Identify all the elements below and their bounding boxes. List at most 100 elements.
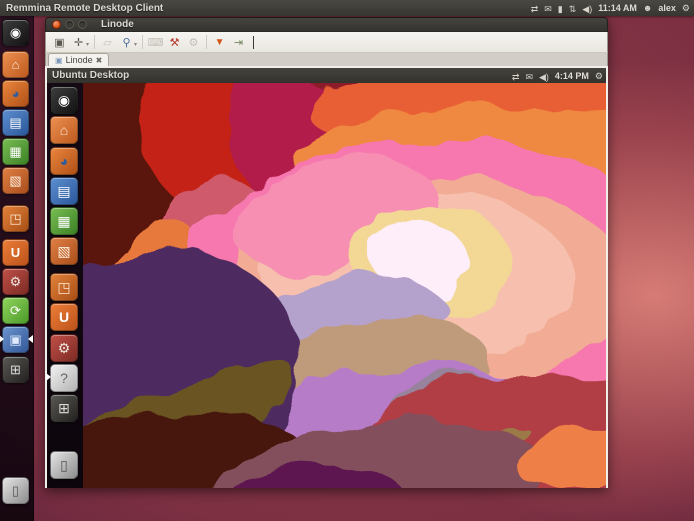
launcher-item-system-settings[interactable]: ⚙ [50, 334, 78, 362]
dash-home-icon: ◉ [10, 26, 21, 39]
settings-button[interactable]: ⚙ [184, 34, 203, 51]
ubuntu-one-icon: U [59, 310, 69, 324]
unity-launcher: ◉ ⌂ ◕ ▤ ▦ ▧ ◳ U ⚙ ⟳ ▣ ⊞ ▯ [0, 16, 34, 521]
launcher-item-ubuntu-one[interactable]: U [50, 303, 78, 331]
network-icon[interactable]: ⇄ [531, 4, 539, 14]
launcher-item-libreoffice-impress[interactable]: ▧ [2, 167, 29, 194]
launcher-item-workspace-switcher[interactable]: ⊞ [2, 356, 29, 383]
top-panel: Remmina Remote Desktop Client ⇄ ✉ ▮ ⇅ ◀) 11:… [0, 0, 694, 16]
remote-desktop-icon: ▣ [55, 56, 63, 65]
dropdown-caret-icon[interactable]: ▾ [134, 41, 137, 48]
settings-icon: ⚙ [189, 36, 199, 49]
remote-tray-icons: ⇄ ✉ ◀) [506, 67, 549, 85]
libreoffice-writer-icon: ▤ [57, 184, 70, 198]
running-indicator [46, 373, 55, 381]
remote-clock[interactable]: 4:14 PM [555, 71, 589, 81]
remote-gear-icon[interactable]: ⚙ [595, 68, 603, 84]
tray-icons: ⇄ ✉ ▮ ⇅ ◀) [525, 0, 593, 17]
launcher-item-dash-home[interactable]: ◉ [50, 86, 78, 114]
launcher-item-home-folder[interactable]: ⌂ [50, 116, 78, 144]
disconnect-icon: ⇥ [234, 36, 243, 49]
workspace-switcher-icon: ⊞ [10, 363, 21, 376]
remote-indicator-area: ⇄ ✉ ◀) 4:14 PM ⚙ [506, 67, 603, 85]
maximize-button[interactable] [78, 20, 87, 29]
network-icon[interactable]: ⇄ [512, 72, 520, 82]
launcher-item-software-center[interactable]: ◳ [2, 205, 29, 232]
software-center-icon: ◳ [57, 280, 70, 294]
home-folder-icon: ⌂ [12, 58, 20, 71]
launcher-item-system-settings[interactable]: ⚙ [2, 268, 29, 295]
window-titlebar[interactable]: Linode [45, 17, 608, 32]
libreoffice-impress-icon: ▧ [57, 244, 70, 258]
preferences-button[interactable]: ⚒ [165, 34, 184, 51]
keyboard-grab-button[interactable]: ⌨ [146, 34, 165, 51]
system-settings-icon: ⚙ [10, 275, 22, 288]
launcher-item-trash[interactable]: ▯ [2, 477, 29, 504]
user-menu[interactable]: alex [658, 3, 676, 13]
preferences-icon: ⚒ [170, 36, 180, 49]
scaled-mode-button[interactable]: ▱ [98, 34, 117, 51]
battery-icon[interactable]: ▮ [558, 4, 563, 14]
launcher-item-home-folder[interactable]: ⌂ [2, 51, 29, 78]
tab-close-icon[interactable]: ✖ [96, 56, 103, 65]
launcher-item-green-arrows-app[interactable]: ⟳ [2, 297, 29, 324]
zoom-icon: ⚲ [122, 36, 130, 49]
volume-icon[interactable]: ◀) [539, 72, 549, 82]
firefox-icon: ◕ [12, 87, 20, 100]
remote-viewport[interactable]: Ubuntu Desktop ⇄ ✉ ◀) 4:14 PM ⚙ ◉ ⌂ ◕ ▤ ▦ ▧ ◳ U ⚙?… [45, 66, 608, 488]
unknown-app-icon: ? [60, 371, 68, 385]
dropdown-caret-icon[interactable]: ▾ [86, 41, 89, 48]
launcher-item-dash-home[interactable]: ◉ [2, 19, 29, 46]
system-settings-icon: ⚙ [58, 341, 71, 355]
window-title: Linode [101, 19, 134, 30]
user-icon: ☻ [643, 0, 652, 16]
fullscreen-icon: ✛ [74, 36, 83, 49]
launcher-item-libreoffice-writer[interactable]: ▤ [50, 177, 78, 205]
launcher-item-firefox[interactable]: ◕ [50, 147, 78, 175]
volume-icon[interactable]: ◀) [582, 4, 592, 14]
libreoffice-writer-icon: ▤ [9, 116, 21, 129]
remote-panel-title: Ubuntu Desktop [52, 70, 129, 81]
mail-icon[interactable]: ✉ [544, 4, 552, 14]
toolbar-separator [142, 35, 143, 49]
remmina-icon: ▣ [9, 333, 21, 346]
fit-window-icon: ▣ [54, 36, 64, 49]
launcher-item-workspace-switcher[interactable]: ⊞ [50, 394, 78, 422]
toolbar-separator [94, 35, 95, 49]
launcher-item-libreoffice-calc[interactable]: ▦ [50, 207, 78, 235]
launcher-item-ubuntu-one[interactable]: U [2, 239, 29, 266]
tab-label: Linode [66, 55, 93, 65]
clock[interactable]: 11:14 AM [598, 3, 637, 13]
software-center-icon: ◳ [9, 212, 21, 225]
remote-wallpaper [83, 83, 606, 488]
launcher-item-software-center[interactable]: ◳ [50, 273, 78, 301]
launcher-item-firefox[interactable]: ◕ [2, 80, 29, 107]
remote-desktop-area[interactable]: ◉ ⌂ ◕ ▤ ▦ ▧ ◳ U ⚙? ⊞ ▯ [47, 83, 606, 488]
launcher-item-libreoffice-writer[interactable]: ▤ [2, 109, 29, 136]
launcher-item-libreoffice-impress[interactable]: ▧ [50, 237, 78, 265]
remmina-window: Linode ▣✛▾▱⚲▾⌨⚒⚙▼⇥ ▣ Linode ✖ Ubuntu Des… [45, 17, 608, 488]
panel-app-title: Remmina Remote Desktop Client [6, 3, 163, 14]
keyboard-grab-icon: ⌨ [148, 36, 164, 49]
running-indicator [0, 335, 8, 343]
remote-top-panel: Ubuntu Desktop ⇄ ✉ ◀) 4:14 PM ⚙ [47, 68, 606, 83]
green-arrows-app-icon: ⟳ [10, 304, 21, 317]
firefox-icon: ◕ [60, 154, 68, 168]
ubuntu-one-icon: U [11, 246, 20, 259]
libreoffice-calc-icon: ▦ [57, 214, 70, 228]
fit-window-button[interactable]: ▣ [50, 34, 69, 51]
trash-icon: ▯ [60, 458, 68, 472]
minimize-to-tray-button[interactable]: ▼ [210, 34, 229, 51]
disconnect-button[interactable]: ⇥ [229, 34, 248, 51]
tab-linode[interactable]: ▣ Linode ✖ [48, 53, 109, 66]
mail-icon[interactable]: ✉ [525, 72, 533, 82]
launcher-item-trash[interactable]: ▯ [50, 451, 78, 479]
indicator-area: ⇄ ✉ ▮ ⇅ ◀) 11:14 AM ☻ alex ⚙ [525, 0, 690, 17]
dash-home-icon: ◉ [58, 93, 70, 107]
close-button[interactable] [52, 20, 61, 29]
minimize-button[interactable] [65, 20, 74, 29]
sync-arrows-icon[interactable]: ⇅ [569, 4, 577, 14]
libreoffice-impress-icon: ▧ [9, 174, 21, 187]
launcher-item-libreoffice-calc[interactable]: ▦ [2, 138, 29, 165]
session-gear-icon[interactable]: ⚙ [682, 0, 690, 16]
